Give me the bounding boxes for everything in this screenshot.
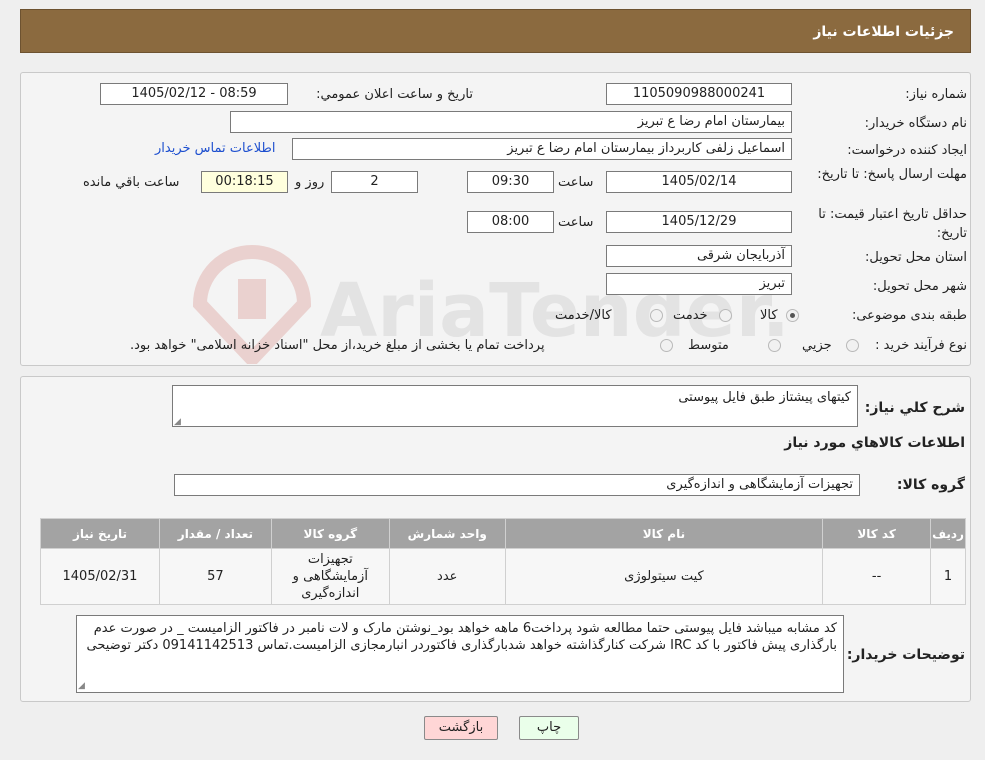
col-header-unit: واحد شمارش (388, 518, 506, 549)
summary-label: شرح کلي نیاز: (864, 400, 965, 416)
items-title: اطلاعات کالاهاي مورد نیاز (784, 435, 965, 451)
col-header-code: کد کالا (822, 518, 932, 549)
announce-label: تاریخ و ساعت اعلان عمومي: (316, 87, 473, 102)
process-radio-small[interactable] (846, 339, 859, 352)
cell-code: -- (822, 548, 932, 605)
deadline-date-field: 1405/02/14 (606, 171, 792, 193)
process-note: پرداخت تمام یا بخشی از مبلغ خرید،از محل … (130, 338, 545, 353)
announce-field: 1405/02/12 - 08:59 (100, 83, 288, 105)
group-label: گروه کالا: (896, 477, 965, 493)
items-table: ردیف کد کالا نام کالا واحد شمارش گروه کا… (40, 518, 966, 605)
back-button[interactable]: بازگشت (424, 716, 498, 740)
table-row: 1 -- کیت سیتولوژی عدد تجهیزات آزمایشگاهی… (40, 548, 966, 605)
summary-resize-grip-icon[interactable]: ◢ (174, 418, 182, 427)
print-button[interactable]: چاپ (519, 716, 579, 740)
process-option-medium: متوسط (688, 338, 729, 353)
requester-label: ایجاد کننده درخواست: (847, 143, 967, 158)
deadline-label: مهلت ارسال پاسخ: تا تاریخ: (817, 167, 967, 182)
days-label: روز و (295, 175, 325, 190)
category-radio-goods-service[interactable] (650, 309, 663, 322)
validity-label: حداقل تاریخ اعتبار قیمت: تا تاریخ: (818, 207, 967, 241)
category-radio-goods[interactable] (786, 309, 799, 322)
province-label: استان محل تحویل: (865, 250, 967, 265)
cell-qty: 57 (158, 548, 272, 605)
cell-unit: عدد (388, 548, 506, 605)
cell-row-no: 1 (930, 548, 966, 605)
deadline-time-label: ساعت (558, 175, 594, 190)
remaining-time-label: ساعت باقي مانده (83, 175, 180, 190)
page-header: جزئیات اطلاعات نیاز (20, 9, 971, 53)
notes-resize-grip-icon[interactable]: ◢ (78, 682, 86, 691)
category-label: طبقه بندی موضوعی: (851, 308, 967, 323)
col-header-row-no: ردیف (930, 518, 966, 549)
contact-buyer-link[interactable]: اطلاعات تماس خریدار (155, 141, 275, 156)
cell-date: 1405/02/31 (40, 548, 160, 605)
cell-group: تجهیزات آزمایشگاهی و اندازه‌گیری (270, 548, 390, 605)
col-header-group: گروه کالا (270, 518, 390, 549)
buyer-org-field: بیمارستان امام رضا ع تبریز (230, 111, 792, 133)
table-header-row: ردیف کد کالا نام کالا واحد شمارش گروه کا… (40, 518, 966, 549)
validity-date-field: 1405/12/29 (606, 211, 792, 233)
category-option-goods: کالا (760, 308, 778, 323)
need-number-field: 1105090988000241 (606, 83, 792, 105)
cell-name: کیت سیتولوژی (504, 548, 824, 605)
validity-time-label: ساعت (558, 215, 594, 230)
category-radio-service[interactable] (719, 309, 732, 322)
summary-textarea[interactable]: کیتهای پیشتاز طبق فایل پیوستی (172, 385, 858, 427)
requester-field: اسماعیل زلفی کاربرداز بیمارستان امام رضا… (292, 138, 792, 160)
col-header-name: نام کالا (504, 518, 824, 549)
col-header-date: تاریخ نیاز (40, 518, 160, 549)
buyer-org-label: نام دستگاه خریدار: (864, 116, 967, 131)
page-title: جزئیات اطلاعات نیاز (813, 24, 954, 40)
notes-textarea[interactable]: کد مشابه میباشد فایل پیوستی حتما مطالعه … (76, 615, 844, 693)
remaining-time-field: 00:18:15 (201, 171, 288, 193)
city-field: تبریز (606, 273, 792, 295)
deadline-time-field: 09:30 (467, 171, 554, 193)
process-radio-treasury[interactable] (660, 339, 673, 352)
group-field: تجهیزات آزمایشگاهی و اندازه‌گیری (174, 474, 860, 496)
process-option-small: جزیي (802, 338, 832, 353)
days-field: 2 (331, 171, 418, 193)
province-field: آذربایجان شرقی (606, 245, 792, 267)
category-option-goods-service: کالا/خدمت (555, 308, 612, 323)
process-radio-medium[interactable] (768, 339, 781, 352)
need-number-label: شماره نیاز: (905, 87, 967, 102)
category-option-service: خدمت (673, 308, 708, 323)
city-label: شهر محل تحویل: (872, 279, 967, 294)
validity-time-field: 08:00 (467, 211, 554, 233)
col-header-qty: تعداد / مقدار (158, 518, 272, 549)
notes-label: توضیحات خریدار: (846, 647, 965, 663)
process-label: نوع فرآیند خرید : (875, 338, 967, 353)
